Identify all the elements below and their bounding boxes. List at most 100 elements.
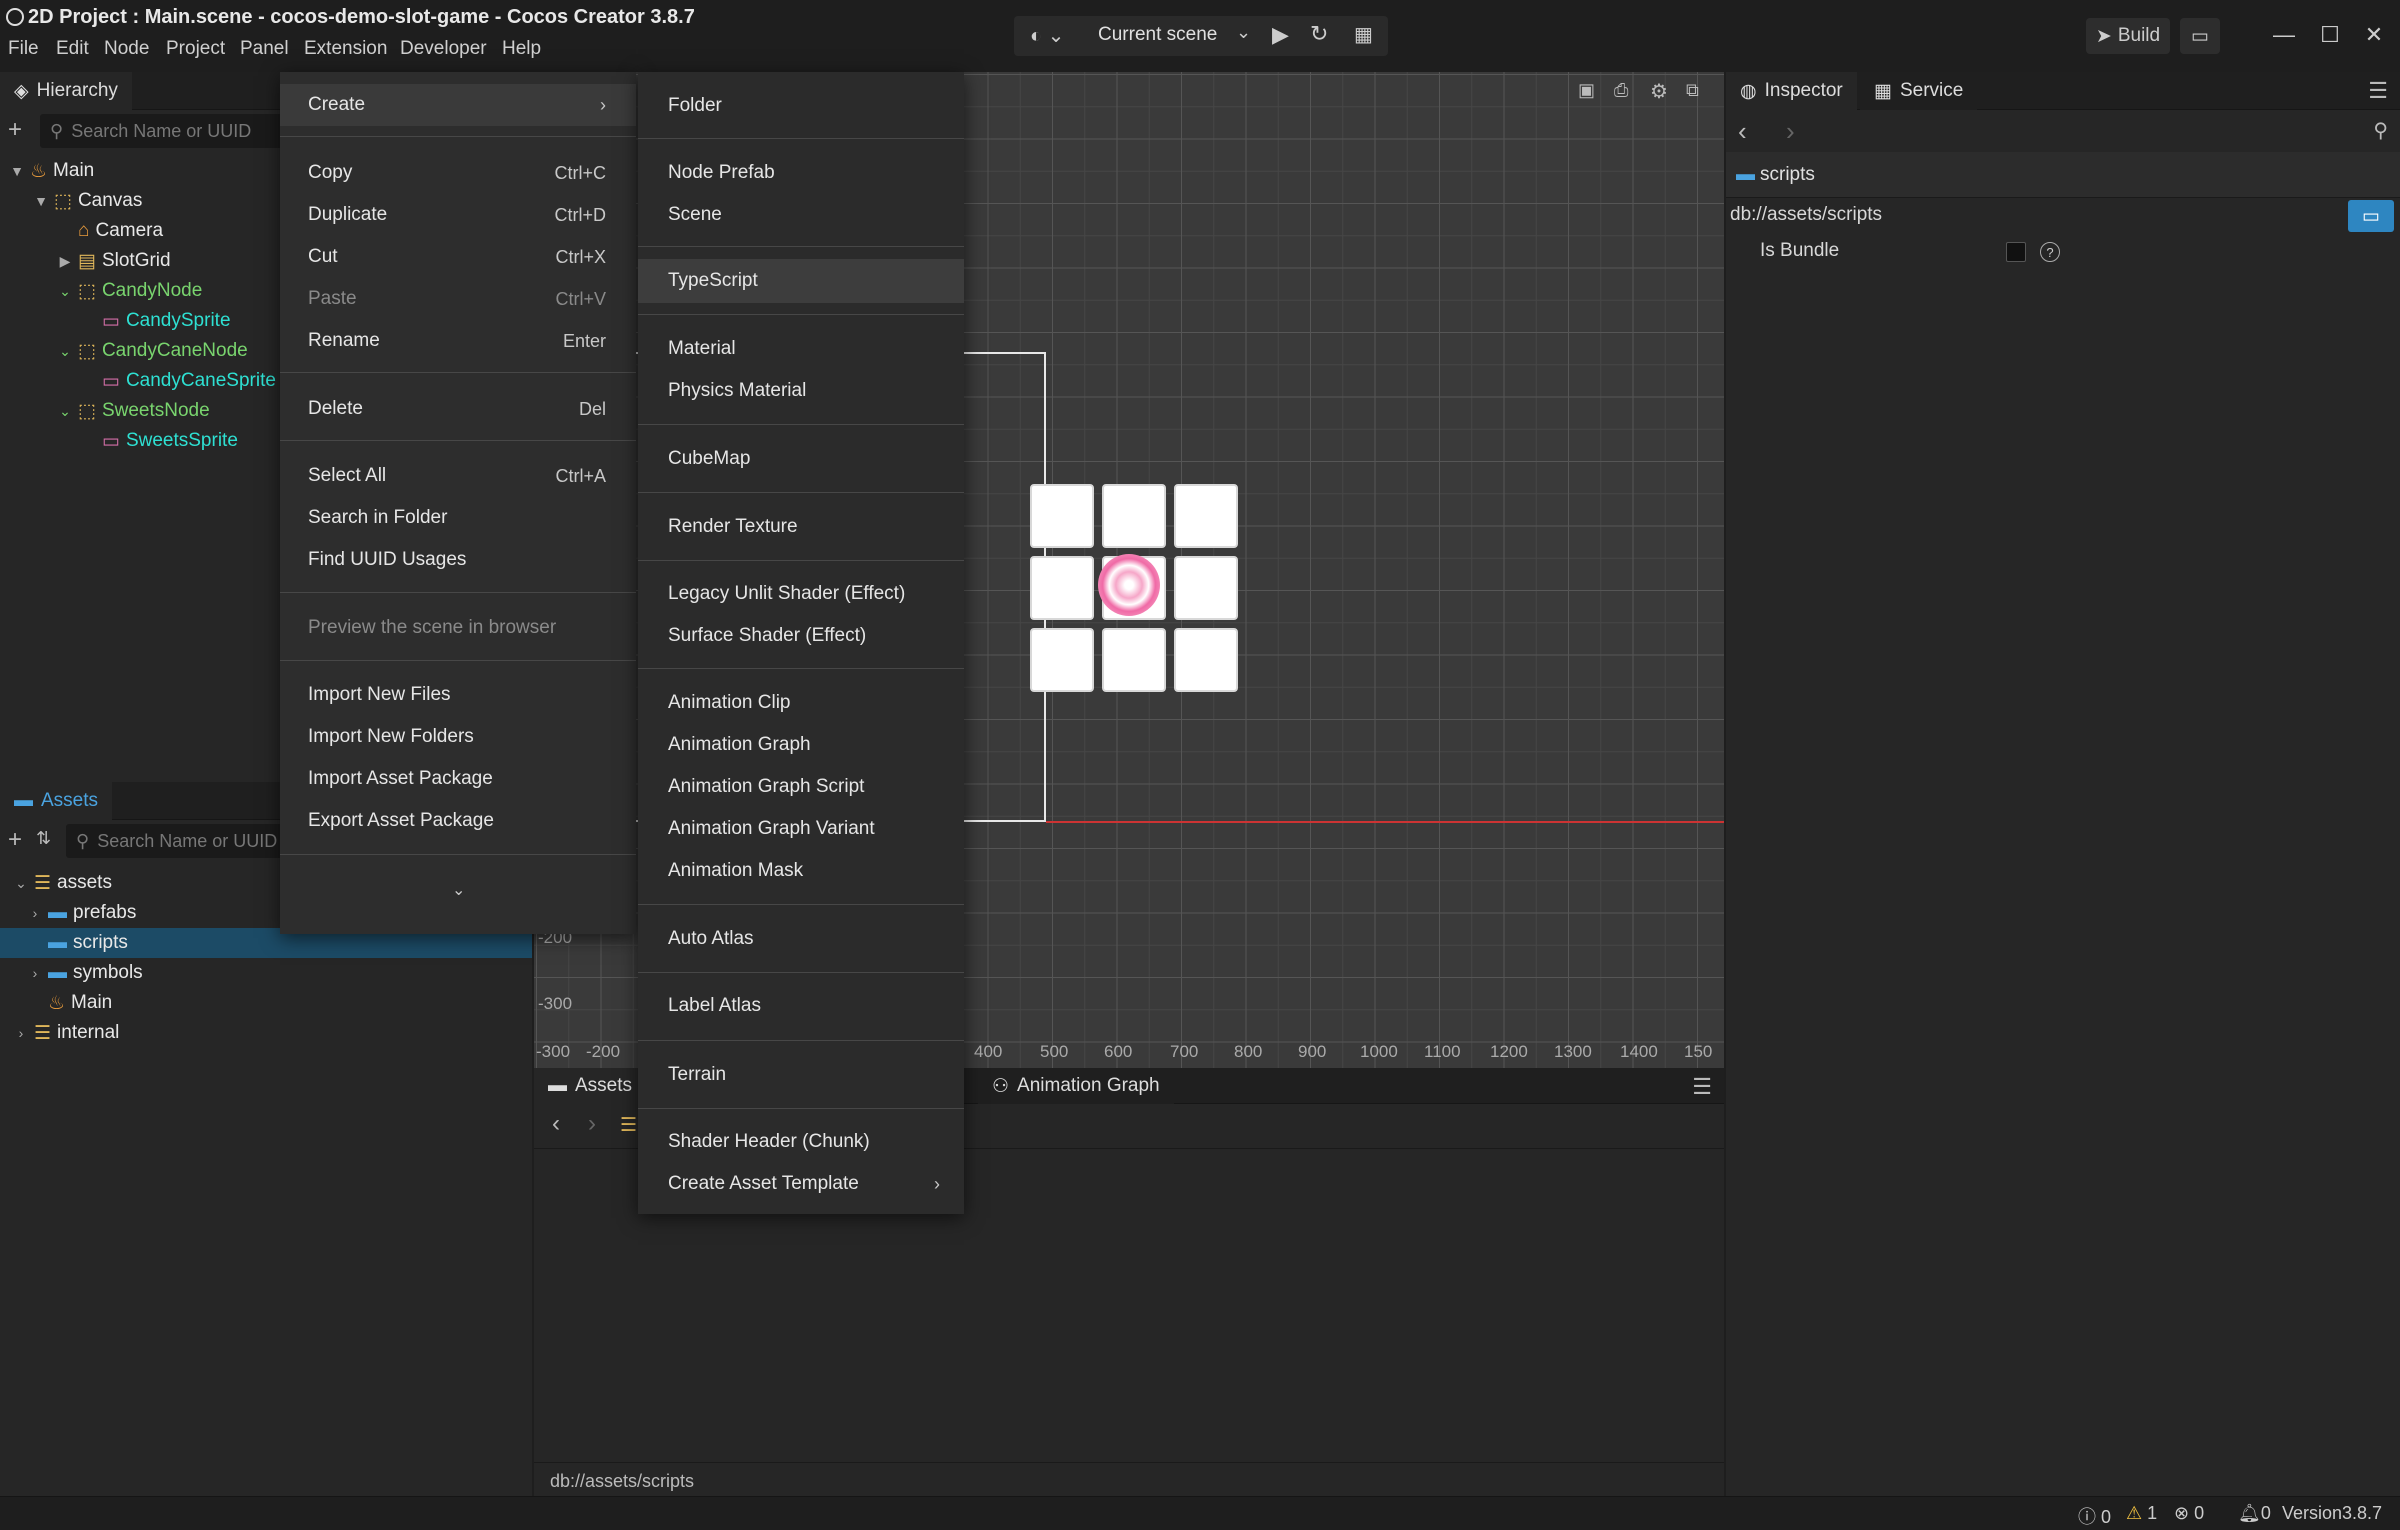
tree-node-slotgrid[interactable]: ▶ ▤ SlotGrid [58, 246, 171, 276]
create-physics-material[interactable]: Physics Material [638, 371, 964, 411]
chevron-right-icon[interactable]: › [28, 905, 42, 921]
platform-icon[interactable]: ◐ ⌄ [1030, 23, 1064, 48]
back-arrow-icon[interactable]: ‹ [1738, 116, 1747, 147]
asset-main-scene[interactable]: ♨ Main [48, 988, 112, 1018]
chevron-right-icon[interactable]: ▶ [58, 253, 72, 270]
asset-assets[interactable]: ⌄ ☰ assets [14, 868, 112, 898]
tree-node-candynode[interactable]: ⌄ ⬚ CandyNode [58, 276, 202, 306]
chevron-right-icon[interactable]: › [28, 965, 42, 981]
create-node-prefab[interactable]: Node Prefab [638, 153, 964, 193]
is-bundle-checkbox[interactable] [2006, 242, 2026, 262]
close-window-button[interactable]: ✕ [2356, 20, 2392, 50]
tree-node-candycanenode[interactable]: ⌄ ⬚ CandyCaneNode [58, 336, 248, 366]
chevron-down-icon[interactable]: ▼ [34, 193, 48, 209]
tree-node-sweetssprite[interactable]: ▭ SweetsSprite [102, 426, 238, 456]
tab-inspector[interactable]: ◍ Inspector [1726, 72, 1857, 110]
panel-menu-icon[interactable]: ☰ [1692, 1074, 1712, 1100]
asset-symbols[interactable]: › ▬ symbols [28, 958, 143, 988]
menu-project[interactable]: Project [166, 38, 225, 60]
menu-help[interactable]: Help [502, 38, 541, 60]
menu-edit[interactable]: Edit [56, 38, 89, 60]
add-asset-icon[interactable]: + [8, 826, 22, 854]
candy-sprite[interactable] [1098, 554, 1160, 616]
create-legacy-unlit-shader[interactable]: Legacy Unlit Shader (Effect) [638, 574, 964, 614]
slot-tile[interactable] [1174, 556, 1238, 620]
create-render-texture[interactable]: Render Texture [638, 507, 964, 547]
panel-menu-icon[interactable]: ☰ [2368, 78, 2388, 104]
warning-status[interactable]: ⚠ 1 [2126, 1503, 2157, 1524]
pin-icon[interactable]: ⚲ [2373, 118, 2388, 143]
chevron-down-icon[interactable]: ⌄ [1236, 22, 1251, 43]
create-typescript[interactable]: TypeScript [638, 259, 964, 303]
slot-tile[interactable] [1030, 556, 1094, 620]
play-icon[interactable]: ▶ [1272, 22, 1289, 48]
create-terrain[interactable]: Terrain [638, 1055, 964, 1095]
tree-node-canvas[interactable]: ▼ ⬚ Canvas [34, 186, 142, 216]
open-folder-button[interactable]: ▭ [2180, 18, 2220, 54]
notification-status[interactable]: 🔔︎0 [2238, 1503, 2271, 1524]
create-folder[interactable]: Folder [638, 86, 964, 126]
build-button[interactable]: ➤ Build [2086, 18, 2170, 54]
asset-internal[interactable]: › ☰ internal [14, 1018, 120, 1048]
gear-icon[interactable]: ⚙ [1650, 79, 1668, 104]
layout-icon[interactable]: ⧉ [1686, 80, 1699, 101]
camera-icon[interactable]: ⎙ [1614, 80, 1628, 101]
qr-code-icon[interactable]: ▦ [1354, 22, 1373, 47]
menu-paste[interactable]: Paste Ctrl+V [280, 279, 636, 319]
slot-tile[interactable] [1174, 484, 1238, 548]
tab-assets[interactable]: ▬ Assets [0, 782, 113, 820]
forward-arrow-icon[interactable]: › [588, 1110, 596, 1138]
create-animation-graph[interactable]: Animation Graph [638, 725, 964, 765]
create-label-atlas[interactable]: Label Atlas [638, 986, 964, 1026]
menu-developer[interactable]: Developer [400, 38, 487, 60]
chevron-down-icon[interactable]: ⌄ [14, 875, 28, 892]
menu-select-all[interactable]: Select All Ctrl+A [280, 456, 636, 496]
create-asset-template[interactable]: Create Asset Template › [638, 1164, 964, 1204]
tab-bottom-assets[interactable]: ▬ Assets [534, 1068, 647, 1104]
menu-preview-in-browser[interactable]: Preview the scene in browser [280, 608, 636, 648]
menu-duplicate[interactable]: Duplicate Ctrl+D [280, 195, 636, 235]
create-animation-clip[interactable]: Animation Clip [638, 683, 964, 723]
chevron-down-icon[interactable]: ⌄ [58, 403, 72, 420]
slot-tile[interactable] [1030, 628, 1094, 692]
chevron-down-icon[interactable]: ⌄ [58, 343, 72, 360]
menu-create[interactable]: Create › [280, 84, 636, 126]
menu-copy[interactable]: Copy Ctrl+C [280, 153, 636, 193]
menu-node[interactable]: Node [104, 38, 149, 60]
create-material[interactable]: Material [638, 329, 964, 369]
info-status[interactable]: ⓘ 0 [2078, 1503, 2111, 1529]
help-icon[interactable]: ? [2040, 242, 2060, 262]
resolution-icon[interactable]: ▣ [1578, 80, 1595, 101]
open-folder-button[interactable]: ▭ [2348, 200, 2394, 232]
tab-animation-graph[interactable]: ⚇ Animation Graph [978, 1068, 1174, 1104]
create-animation-graph-variant[interactable]: Animation Graph Variant [638, 809, 964, 849]
chevron-down-icon[interactable]: ⌄ [58, 283, 72, 300]
tree-node-main[interactable]: ▼ ♨ Main [10, 156, 94, 186]
create-auto-atlas[interactable]: Auto Atlas [638, 919, 964, 959]
slot-tile[interactable] [1102, 628, 1166, 692]
tree-node-candycanesprite[interactable]: ▭ CandyCaneSprite [102, 366, 276, 396]
menu-export-asset-package[interactable]: Export Asset Package [280, 801, 636, 841]
create-scene[interactable]: Scene [638, 195, 964, 235]
create-animation-mask[interactable]: Animation Mask [638, 851, 964, 891]
scroll-down-icon[interactable]: ⌄ [452, 880, 465, 900]
slot-tile[interactable] [1030, 484, 1094, 548]
menu-import-new-folders[interactable]: Import New Folders [280, 717, 636, 757]
menu-cut[interactable]: Cut Ctrl+X [280, 237, 636, 277]
menu-panel[interactable]: Panel [240, 38, 289, 60]
create-surface-shader[interactable]: Surface Shader (Effect) [638, 616, 964, 656]
tree-node-candysprite[interactable]: ▭ CandySprite [102, 306, 231, 336]
menu-search-in-folder[interactable]: Search in Folder [280, 498, 636, 538]
menu-import-new-files[interactable]: Import New Files [280, 675, 636, 715]
back-arrow-icon[interactable]: ‹ [552, 1110, 560, 1138]
create-cubemap[interactable]: CubeMap [638, 439, 964, 479]
menu-delete[interactable]: Delete Del [280, 389, 636, 429]
tree-node-camera[interactable]: ⌂ Camera [78, 216, 163, 246]
refresh-icon[interactable]: ↻ [1310, 21, 1328, 47]
tree-node-sweetsnode[interactable]: ⌄ ⬚ SweetsNode [58, 396, 210, 426]
chevron-right-icon[interactable]: › [14, 1025, 28, 1041]
chevron-down-icon[interactable]: ▼ [10, 163, 24, 179]
maximize-button[interactable]: ☐ [2312, 20, 2348, 50]
minimize-button[interactable]: — [2266, 20, 2302, 50]
menu-file[interactable]: File [8, 38, 39, 60]
